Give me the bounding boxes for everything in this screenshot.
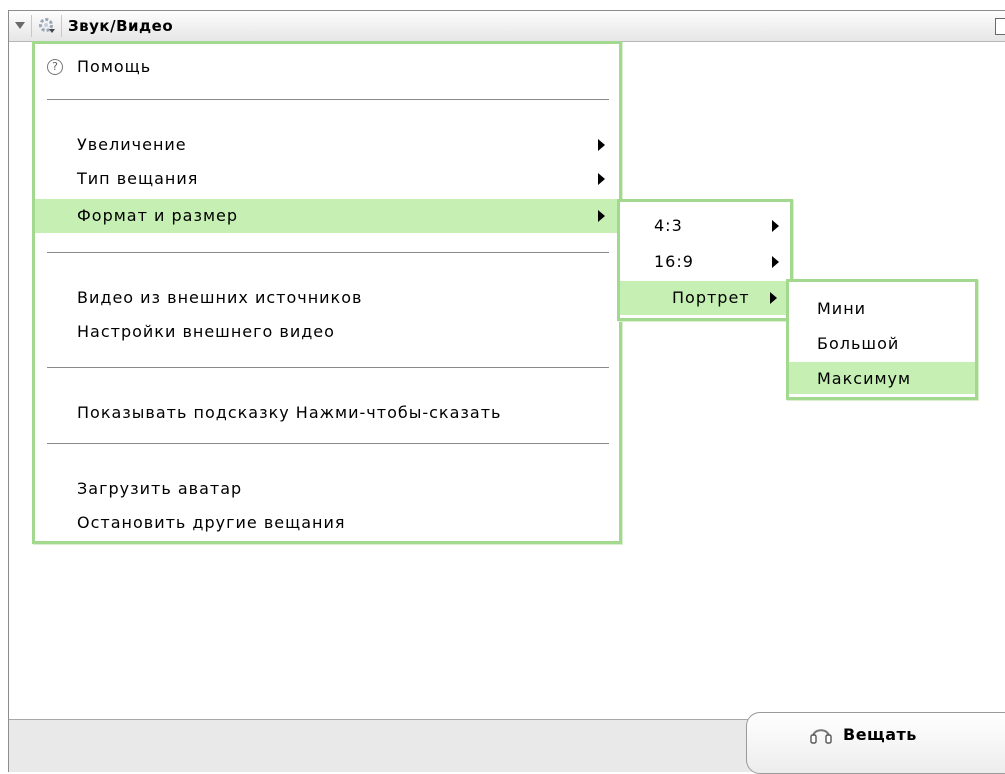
submenu-item-16-9[interactable]: 16:9	[620, 245, 790, 279]
menu-item-format-size[interactable]: Формат и размер	[35, 199, 619, 233]
menu-item-label: Мини	[817, 299, 867, 318]
menu-item-label: Максимум	[817, 369, 912, 388]
menu-item-label: Увеличение	[77, 135, 187, 154]
submenu-arrow-icon	[598, 210, 605, 222]
submenu-item-mini[interactable]: Мини	[789, 292, 975, 326]
menu-item-label: Настройки внешнего видео	[77, 322, 335, 341]
menu-item-help[interactable]: ? Помощь	[35, 50, 619, 84]
menu-item-broadcast-type[interactable]: Тип вещания	[35, 162, 619, 196]
submenu-arrow-icon	[772, 256, 779, 268]
format-submenu: 4:3 16:9 Портрет	[617, 199, 793, 321]
submenu-item-maximum[interactable]: Максимум	[789, 362, 975, 394]
menu-item-label: Тип вещания	[77, 169, 199, 188]
menu-item-show-ptt-hint[interactable]: Показывать подсказку Нажми-чтобы-сказать	[35, 396, 619, 430]
menu-item-label: Остановить другие вещания	[77, 513, 346, 532]
menu-item-upload-avatar[interactable]: Загрузить аватар	[35, 472, 619, 506]
size-submenu: Мини Большой Максимум	[786, 279, 978, 400]
panel-titlebar: Звук/Видео	[9, 11, 1005, 42]
submenu-arrow-icon	[598, 139, 605, 151]
title-divider	[61, 15, 62, 37]
gear-icon[interactable]	[38, 17, 56, 35]
submenu-item-large[interactable]: Большой	[789, 327, 975, 361]
submenu-arrow-icon	[598, 173, 605, 185]
submenu-item-portrait[interactable]: Портрет	[620, 281, 790, 315]
submenu-arrow-icon	[770, 292, 777, 304]
menu-divider	[47, 367, 609, 368]
menu-item-label: Большой	[817, 334, 900, 353]
menu-item-external-video-settings[interactable]: Настройки внешнего видео	[35, 315, 619, 349]
collapse-arrow-icon[interactable]	[15, 22, 25, 29]
submenu-item-4-3[interactable]: 4:3	[620, 209, 790, 243]
menu-divider	[47, 99, 609, 100]
menu-item-label: Видео из внешних источников	[77, 288, 363, 307]
menu-item-label: Показывать подсказку Нажми-чтобы-сказать	[77, 403, 502, 422]
context-menu: ? Помощь Увеличение Тип вещания Формат и…	[32, 41, 622, 544]
menu-item-external-video[interactable]: Видео из внешних источников	[35, 281, 619, 315]
menu-item-label: 16:9	[654, 252, 694, 271]
title-divider	[31, 15, 32, 37]
menu-item-stop-other-broadcasts[interactable]: Остановить другие вещания	[35, 506, 619, 540]
menu-divider	[47, 252, 609, 253]
menu-item-label: Загрузить аватар	[77, 479, 243, 498]
question-circle-icon: ?	[47, 59, 63, 75]
menu-item-zoom[interactable]: Увеличение	[35, 128, 619, 162]
headset-icon	[810, 729, 832, 744]
panel-title: Звук/Видео	[68, 17, 174, 35]
menu-item-label: Портрет	[672, 288, 750, 307]
menu-item-label: Помощь	[77, 57, 152, 76]
menu-divider	[47, 443, 609, 444]
broadcast-button-label: Вещать	[843, 725, 917, 744]
maximize-icon[interactable]	[995, 18, 1005, 35]
menu-item-label: Формат и размер	[77, 206, 239, 225]
submenu-arrow-icon	[772, 220, 779, 232]
menu-item-label: 4:3	[654, 216, 683, 235]
